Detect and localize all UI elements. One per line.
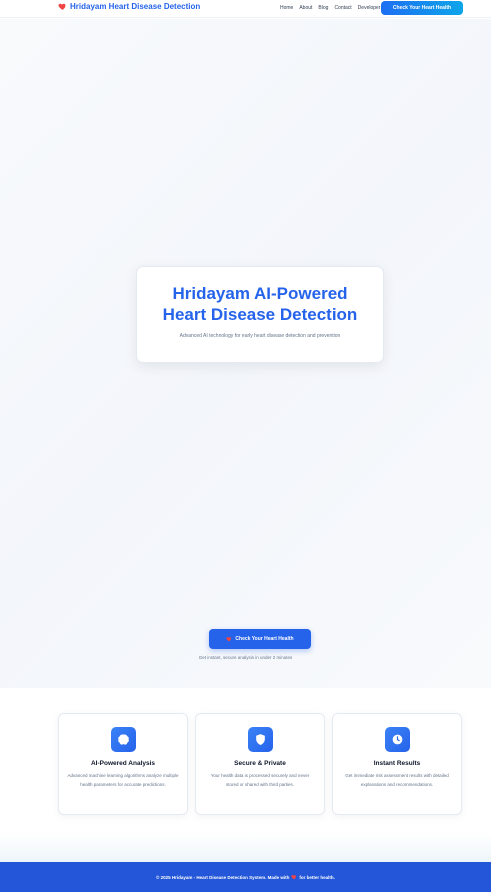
heart-icon (58, 3, 66, 10)
heart-icon (291, 875, 297, 880)
hero-note: Get instant, secure analysis in under 2 … (198, 655, 293, 660)
shield-icon (247, 727, 273, 752)
hero-title-line-2: Heart Disease Detection (162, 305, 358, 324)
hero-check-heart-health-button[interactable]: Check Your Heart Health (209, 629, 311, 649)
feature-card-secure-private: Secure & Private Your health data is pro… (195, 713, 325, 815)
feature-title: Instant Results (373, 760, 421, 767)
hero-subtitle: Advanced AI technology for early heart d… (179, 333, 341, 339)
nav-links: Home About Blog Contact Developer (280, 5, 380, 11)
feature-title: Secure & Private (234, 760, 286, 767)
feature-card-ai-analysis: AI-Powered Analysis Advanced machine lea… (58, 713, 188, 815)
section-fade (0, 833, 491, 862)
footer-copyright: © 2025 Hridayam - Heart Disease Detectio… (156, 874, 290, 880)
feature-card-instant-results: Instant Results Get immediate risk asses… (332, 713, 462, 815)
nav-link-home[interactable]: Home (280, 5, 293, 11)
nav-link-developer[interactable]: Developer (358, 5, 381, 11)
feature-description: Advanced machine learning algorithms ana… (67, 773, 179, 787)
brain-icon (110, 727, 136, 752)
brand-name: Hridayam Heart Disease Detection (70, 2, 201, 11)
feature-title: AI-Powered Analysis (90, 760, 156, 767)
nav-link-about[interactable]: About (299, 5, 312, 11)
hero-cta-label: Check Your Heart Health (235, 636, 294, 642)
footer-tagline: for better health. (299, 874, 335, 880)
footer: © 2025 Hridayam - Heart Disease Detectio… (0, 862, 491, 892)
hero-title: Hridayam AI-Powered Heart Disease Detect… (137, 283, 383, 325)
nav-check-heart-health-button[interactable]: Check Your Heart Health (381, 1, 463, 15)
hero-section: Hridayam AI-Powered Heart Disease Detect… (0, 19, 491, 688)
features-section: AI-Powered Analysis Advanced machine lea… (0, 688, 491, 862)
heart-icon (226, 637, 232, 642)
nav-link-contact[interactable]: Contact (334, 5, 351, 11)
hero-title-line-1: Hridayam AI-Powered (172, 284, 348, 303)
hero-card: Hridayam AI-Powered Heart Disease Detect… (136, 266, 384, 363)
clock-icon (384, 727, 410, 752)
feature-description: Your health data is processed securely a… (210, 773, 310, 787)
brand-logo[interactable]: Hridayam Heart Disease Detection (58, 2, 200, 11)
navbar: Hridayam Heart Disease Detection Home Ab… (0, 0, 491, 18)
feature-description: Get immediate risk assessment results wi… (345, 773, 449, 787)
nav-link-blog[interactable]: Blog (318, 5, 328, 11)
